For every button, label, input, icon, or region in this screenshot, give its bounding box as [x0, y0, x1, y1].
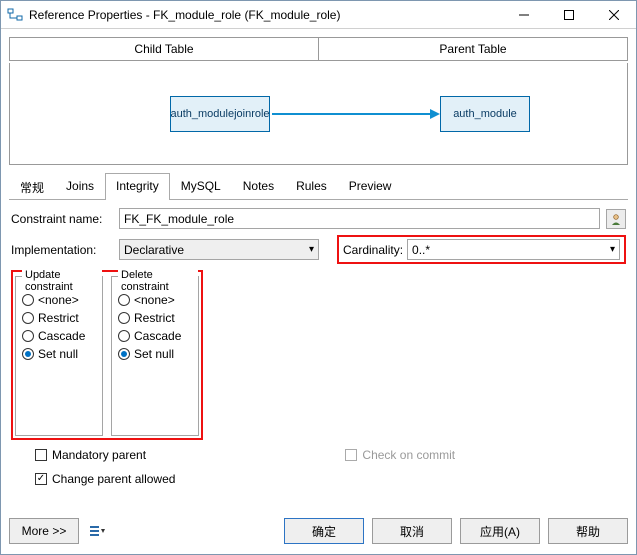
- tab-notes[interactable]: Notes: [232, 173, 285, 200]
- tab-general[interactable]: 常规: [9, 173, 55, 200]
- child-table-header[interactable]: Child Table: [10, 38, 319, 60]
- tab-strip: 常规 Joins Integrity MySQL Notes Rules Pre…: [9, 173, 628, 200]
- delete-restrict-radio[interactable]: Restrict: [118, 309, 192, 327]
- update-restrict-radio[interactable]: Restrict: [22, 309, 96, 327]
- window-title: Reference Properties - FK_module_role (F…: [29, 8, 501, 22]
- change-parent-allowed-check[interactable]: ✓Change parent allowed: [35, 470, 175, 488]
- update-none-radio[interactable]: <none>: [22, 291, 96, 309]
- tab-integrity[interactable]: Integrity: [105, 173, 170, 200]
- implementation-value: Declarative: [124, 243, 309, 257]
- help-button[interactable]: 帮助: [548, 518, 628, 544]
- relationship-diagram: auth_modulejoinrole auth_module: [9, 63, 628, 165]
- app-icon: [7, 7, 23, 23]
- ok-button[interactable]: 确定: [284, 518, 364, 544]
- update-constraint-group: Update constraint <none> Restrict Cascad…: [15, 276, 103, 436]
- relationship-arrow-head: [430, 109, 440, 119]
- cardinality-highlight: Cardinality: 0..* ▾: [337, 235, 626, 264]
- delete-cascade-radio[interactable]: Cascade: [118, 327, 192, 345]
- update-setnull-radio[interactable]: Set null: [22, 345, 96, 363]
- parent-entity[interactable]: auth_module: [440, 96, 530, 132]
- constraint-name-input[interactable]: [119, 208, 600, 229]
- tab-joins[interactable]: Joins: [55, 173, 105, 200]
- mandatory-parent-check[interactable]: Mandatory parent: [35, 446, 175, 464]
- tables-header: Child Table Parent Table: [9, 37, 628, 61]
- cardinality-label: Cardinality:: [343, 243, 403, 257]
- implementation-label: Implementation:: [11, 243, 113, 257]
- menu-dropdown-button[interactable]: [87, 521, 107, 541]
- relationship-arrow-line: [272, 113, 432, 115]
- cardinality-combo[interactable]: 0..* ▾: [407, 239, 620, 260]
- implementation-combo[interactable]: Declarative ▾: [119, 239, 319, 260]
- check-on-commit-check: Check on commit: [345, 446, 455, 464]
- update-cascade-radio[interactable]: Cascade: [22, 327, 96, 345]
- maximize-button[interactable]: [546, 1, 591, 28]
- bottom-bar: More >> 确定 取消 应用(A) 帮助: [1, 508, 636, 554]
- constraints-highlight: Update constraint <none> Restrict Cascad…: [11, 270, 203, 440]
- delete-setnull-radio[interactable]: Set null: [118, 345, 192, 363]
- parent-table-header[interactable]: Parent Table: [319, 38, 627, 60]
- delete-constraint-group: Delete constraint <none> Restrict Cascad…: [111, 276, 199, 436]
- close-button[interactable]: [591, 1, 636, 28]
- titlebar: Reference Properties - FK_module_role (F…: [1, 1, 636, 29]
- user-assist-button[interactable]: [606, 209, 626, 229]
- cancel-button[interactable]: 取消: [372, 518, 452, 544]
- update-constraint-legend: Update constraint: [22, 269, 102, 293]
- tab-preview[interactable]: Preview: [338, 173, 403, 200]
- child-entity[interactable]: auth_modulejoinrole: [170, 96, 270, 132]
- apply-button[interactable]: 应用(A): [460, 518, 540, 544]
- minimize-button[interactable]: [501, 1, 546, 28]
- integrity-panel: Constraint name: Implementation: Declara…: [1, 200, 636, 488]
- more-button[interactable]: More >>: [9, 518, 79, 544]
- tab-rules[interactable]: Rules: [285, 173, 338, 200]
- tab-mysql[interactable]: MySQL: [170, 173, 232, 200]
- delete-none-radio[interactable]: <none>: [118, 291, 192, 309]
- chevron-down-icon: ▾: [309, 244, 314, 255]
- chevron-down-icon: ▾: [610, 244, 615, 255]
- constraint-name-label: Constraint name:: [11, 212, 113, 226]
- delete-constraint-legend: Delete constraint: [118, 269, 198, 293]
- cardinality-value: 0..*: [412, 243, 610, 257]
